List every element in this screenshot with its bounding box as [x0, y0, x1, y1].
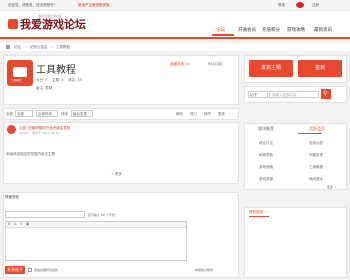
top-login-link[interactable]: 登录 [278, 3, 285, 8]
sidebar-forum-link[interactable]: 玩家求助 [259, 153, 273, 158]
header-divider [0, 37, 350, 39]
nav-vip[interactable]: 开通会员 [238, 27, 256, 33]
sidebar-forum-link[interactable]: 工具教程 [309, 165, 323, 170]
tab-digest[interactable]: 精华 [204, 112, 211, 117]
flag-icon [296, 2, 304, 8]
new-topic-button[interactable]: 发表主题 [249, 60, 293, 77]
empty-text: 本版块或指定的范围内尚无主题 [6, 152, 55, 156]
favorite-link[interactable]: 收藏本版 (0) [170, 62, 190, 67]
stat-today: 今日: 0 [36, 78, 48, 82]
breadcrumb-item[interactable]: 工具教程 [56, 45, 70, 50]
submit-post-button[interactable]: 发表帖子 [5, 266, 25, 274]
nav-news[interactable]: 最新资讯 [314, 27, 332, 33]
sign-in-button[interactable]: 签到 [298, 60, 342, 77]
home-icon[interactable] [6, 45, 10, 49]
nav-recharge[interactable]: 充值积分 [262, 27, 280, 33]
jump-checkbox[interactable] [28, 268, 32, 272]
breadcrumb-item[interactable]: 论坛 [14, 45, 21, 50]
stat-rank: 排名: 33 [68, 78, 82, 82]
forum-icon-caption: 工具教程 [11, 79, 22, 82]
top-promo-link[interactable]: 新用户注册领取优惠 [78, 3, 110, 8]
thread-author[interactable]: admin [19, 131, 28, 135]
forum-title: 工具教程 [36, 65, 76, 76]
tab-more[interactable]: 更多 [218, 112, 225, 117]
filter-order-select[interactable]: 最后发表 [71, 110, 93, 117]
sidebar-forum-link[interactable]: 休闲灌水 [309, 177, 323, 182]
filter-time-select[interactable]: 全部时间 [36, 110, 58, 117]
rss-link[interactable]: RSS订阅 [208, 62, 222, 67]
site-logo[interactable]: 我爱游戏论坛 [20, 16, 86, 32]
site-tagline: 游戏玩家交流社区 [38, 14, 63, 18]
breadcrumb-item[interactable]: 站务公告区 [30, 45, 48, 50]
search-icon: ⚲ [323, 90, 328, 97]
sidebar-recommend-box [244, 207, 347, 278]
sidebar-forum-link[interactable]: 游戏资源 [259, 177, 273, 182]
top-welcome: 欢迎您，请登录，还没有账号？ [8, 3, 57, 7]
sort-label: 排序 [61, 112, 68, 116]
filter-label: 全部 [6, 112, 13, 116]
tab-forum-recommend[interactable]: 版块推荐 [258, 126, 274, 132]
logo-badge-icon[interactable] [8, 19, 18, 29]
sidebar-forum-link[interactable]: 游戏攻略 [259, 165, 273, 170]
nav-guides[interactable]: 游戏攻略 [287, 27, 305, 33]
sidebar-more-link[interactable]: 更多 > [327, 185, 336, 189]
sidebar-forum-link[interactable]: 站务公告 [309, 141, 323, 146]
image-icon[interactable]: ▣ [26, 222, 29, 226]
tab-active-members[interactable]: 活跃会员 [309, 126, 325, 132]
nav-active-indicator [212, 34, 234, 36]
sidebar-forum-link[interactable]: 问题反馈 [309, 153, 323, 158]
tab-hot[interactable]: 热门 [190, 112, 197, 117]
nav-forum[interactable]: 论坛 [216, 27, 225, 33]
breadcrumb: 论坛 › 站务公告区 › 工具教程 [0, 43, 350, 51]
color-icon[interactable]: A [14, 222, 16, 226]
sidebar-forum-link[interactable]: 综合讨论 [259, 141, 273, 146]
editor: B A ⚲ ▣ [5, 221, 187, 261]
jump-checkbox-label: 发帖后跳转到最新 [34, 268, 59, 272]
credit-rules-link[interactable]: 本版积分规则 [195, 268, 213, 272]
moderator: 版主: 暂缺 [36, 86, 53, 90]
load-more-button[interactable]: + 更多 [111, 172, 122, 177]
search-input[interactable]: 请输入搜索内容 [269, 91, 319, 98]
subject-input[interactable] [5, 211, 85, 218]
tab-new[interactable]: 新帖 [176, 112, 183, 117]
recommend-underline [249, 216, 269, 217]
top-register-link[interactable]: 注册 [312, 3, 319, 8]
link-icon[interactable]: ⚲ [20, 222, 23, 226]
body-textarea[interactable] [7, 229, 185, 260]
recommend-title: 精彩推荐 [249, 210, 263, 214]
search-button[interactable]: ⚲ [321, 89, 331, 99]
avatar[interactable] [7, 125, 16, 134]
top-bar: 欢迎您，请登录，还没有账号？ 新用户注册领取优惠 登录 注册 [0, 0, 350, 11]
quick-post-title: 快速发帖 [5, 195, 19, 199]
stat-topics: 主题: 5 [52, 78, 64, 82]
editor-toolbar: B A ⚲ ▣ [6, 222, 186, 228]
bold-icon[interactable]: B [8, 222, 10, 226]
thread-date: 发表于 2021-08-19 [32, 131, 60, 135]
filter-all-select[interactable]: 全部 [15, 110, 33, 117]
search-type-select[interactable]: 帖子 [248, 91, 268, 98]
char-limit: 还可输入 80 个字符 [88, 213, 115, 217]
forum-icon: 工具教程 [7, 60, 33, 86]
sidebar-tab-indicator [298, 133, 322, 134]
